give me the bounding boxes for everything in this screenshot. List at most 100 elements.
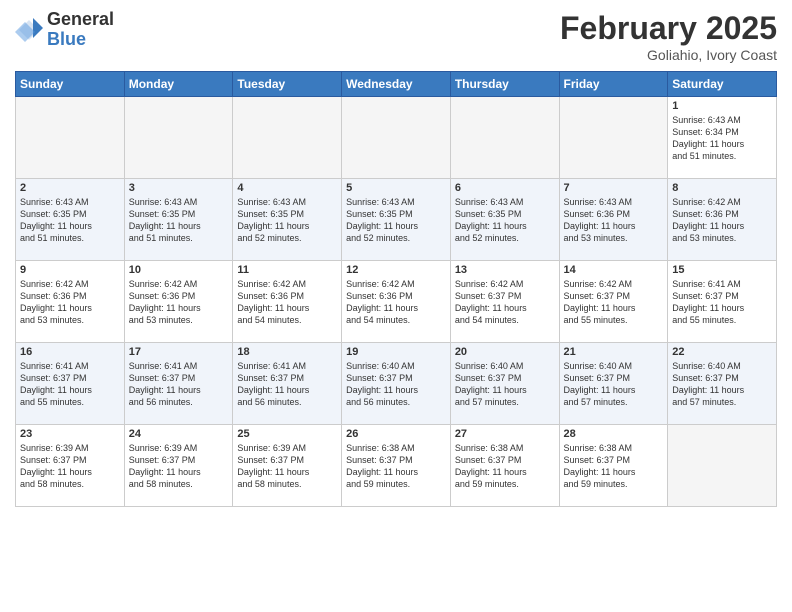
calendar-cell: 11Sunrise: 6:42 AM Sunset: 6:36 PM Dayli…: [233, 261, 342, 343]
calendar-cell: 26 Sunrise: 6:38 AM Sunset: 6:37 PM Dayli…: [342, 425, 451, 507]
day-info: Sunrise: 6:38 AM Sunset: 6:37 PM Dayligh…: [346, 442, 446, 491]
day-number: 4: [237, 182, 337, 194]
logo-text: General Blue: [47, 10, 114, 50]
calendar-cell: [233, 97, 342, 179]
weekday-header: Thursday: [450, 72, 559, 97]
day-number: 23: [20, 428, 120, 440]
calendar: SundayMondayTuesdayWednesdayThursdayFrid…: [15, 71, 777, 507]
calendar-cell: 5Sunrise: 6:43 AM Sunset: 6:35 PM Daylig…: [342, 179, 451, 261]
weekday-header: Sunday: [16, 72, 125, 97]
calendar-cell: 1 Sunrise: 6:43 AM Sunset: 6:34 PM Daylig…: [668, 97, 777, 179]
header: General Blue February 2025 Goliahio, Ivo…: [15, 10, 777, 63]
day-number: 11: [237, 264, 337, 276]
calendar-cell: 16 Sunrise: 6:41 AM Sunset: 6:37 PM Dayli…: [16, 343, 125, 425]
day-number: 16: [20, 346, 120, 358]
calendar-cell: [559, 97, 668, 179]
calendar-cell: 24 Sunrise: 6:39 AM Sunset: 6:37 PM Dayli…: [124, 425, 233, 507]
calendar-cell: [450, 97, 559, 179]
day-info: Sunrise: 6:41 AM Sunset: 6:37 PM Dayligh…: [20, 360, 120, 409]
calendar-week: 1 Sunrise: 6:43 AM Sunset: 6:34 PM Daylig…: [16, 97, 777, 179]
calendar-cell: 8 Sunrise: 6:42 AM Sunset: 6:36 PM Daylig…: [668, 179, 777, 261]
weekday-header: Tuesday: [233, 72, 342, 97]
day-number: 18: [237, 346, 337, 358]
day-number: 15: [672, 264, 772, 276]
calendar-body: 1 Sunrise: 6:43 AM Sunset: 6:34 PM Daylig…: [16, 97, 777, 507]
day-number: 26: [346, 428, 446, 440]
day-number: 13: [455, 264, 555, 276]
day-info: Sunrise: 6:43 AM Sunset: 6:35 PM Dayligh…: [20, 196, 120, 245]
day-number: 27: [455, 428, 555, 440]
day-number: 10: [129, 264, 229, 276]
month-year: February 2025: [560, 10, 777, 47]
day-number: 22: [672, 346, 772, 358]
location: Goliahio, Ivory Coast: [560, 47, 777, 63]
calendar-cell: 28Sunrise: 6:38 AM Sunset: 6:37 PM Dayli…: [559, 425, 668, 507]
day-info: Sunrise: 6:38 AM Sunset: 6:37 PM Dayligh…: [455, 442, 555, 491]
calendar-cell: 3 Sunrise: 6:43 AM Sunset: 6:35 PM Daylig…: [124, 179, 233, 261]
day-info: Sunrise: 6:43 AM Sunset: 6:35 PM Dayligh…: [455, 196, 555, 245]
day-info: Sunrise: 6:43 AM Sunset: 6:34 PM Dayligh…: [672, 114, 772, 163]
calendar-cell: 18 Sunrise: 6:41 AM Sunset: 6:37 PM Dayli…: [233, 343, 342, 425]
calendar-week: 2Sunrise: 6:43 AM Sunset: 6:35 PM Daylig…: [16, 179, 777, 261]
day-info: Sunrise: 6:40 AM Sunset: 6:37 PM Dayligh…: [455, 360, 555, 409]
day-number: 28: [564, 428, 664, 440]
calendar-cell: 9Sunrise: 6:42 AM Sunset: 6:36 PM Daylig…: [16, 261, 125, 343]
weekday-header: Friday: [559, 72, 668, 97]
logo-icon: [15, 16, 43, 44]
calendar-cell: 15Sunrise: 6:41 AM Sunset: 6:37 PM Dayli…: [668, 261, 777, 343]
calendar-header: SundayMondayTuesdayWednesdayThursdayFrid…: [16, 72, 777, 97]
calendar-cell: 27 Sunrise: 6:38 AM Sunset: 6:37 PM Dayli…: [450, 425, 559, 507]
calendar-cell: 20 Sunrise: 6:40 AM Sunset: 6:37 PM Dayli…: [450, 343, 559, 425]
day-number: 12: [346, 264, 446, 276]
calendar-cell: 14Sunrise: 6:42 AM Sunset: 6:37 PM Dayli…: [559, 261, 668, 343]
calendar-week: 9Sunrise: 6:42 AM Sunset: 6:36 PM Daylig…: [16, 261, 777, 343]
day-info: Sunrise: 6:42 AM Sunset: 6:36 PM Dayligh…: [346, 278, 446, 327]
logo-general: General: [47, 10, 114, 30]
day-number: 3: [129, 182, 229, 194]
logo: General Blue: [15, 10, 114, 50]
day-info: Sunrise: 6:42 AM Sunset: 6:36 PM Dayligh…: [672, 196, 772, 245]
day-number: 17: [129, 346, 229, 358]
day-info: Sunrise: 6:42 AM Sunset: 6:36 PM Dayligh…: [129, 278, 229, 327]
day-number: 5: [346, 182, 446, 194]
day-info: Sunrise: 6:41 AM Sunset: 6:37 PM Dayligh…: [129, 360, 229, 409]
calendar-cell: [16, 97, 125, 179]
day-info: Sunrise: 6:43 AM Sunset: 6:35 PM Dayligh…: [237, 196, 337, 245]
day-info: Sunrise: 6:42 AM Sunset: 6:37 PM Dayligh…: [455, 278, 555, 327]
calendar-cell: 17 Sunrise: 6:41 AM Sunset: 6:37 PM Dayli…: [124, 343, 233, 425]
title-block: February 2025 Goliahio, Ivory Coast: [560, 10, 777, 63]
day-number: 7: [564, 182, 664, 194]
page: General Blue February 2025 Goliahio, Ivo…: [0, 0, 792, 612]
logo-blue: Blue: [47, 30, 114, 50]
day-number: 19: [346, 346, 446, 358]
day-info: Sunrise: 6:43 AM Sunset: 6:35 PM Dayligh…: [129, 196, 229, 245]
calendar-cell: 2Sunrise: 6:43 AM Sunset: 6:35 PM Daylig…: [16, 179, 125, 261]
day-info: Sunrise: 6:39 AM Sunset: 6:37 PM Dayligh…: [20, 442, 120, 491]
calendar-cell: 22 Sunrise: 6:40 AM Sunset: 6:37 PM Dayli…: [668, 343, 777, 425]
calendar-cell: 12 Sunrise: 6:42 AM Sunset: 6:36 PM Dayli…: [342, 261, 451, 343]
day-info: Sunrise: 6:40 AM Sunset: 6:37 PM Dayligh…: [672, 360, 772, 409]
calendar-cell: 6 Sunrise: 6:43 AM Sunset: 6:35 PM Daylig…: [450, 179, 559, 261]
day-number: 20: [455, 346, 555, 358]
day-number: 6: [455, 182, 555, 194]
calendar-week: 16 Sunrise: 6:41 AM Sunset: 6:37 PM Dayli…: [16, 343, 777, 425]
day-info: Sunrise: 6:43 AM Sunset: 6:36 PM Dayligh…: [564, 196, 664, 245]
day-info: Sunrise: 6:40 AM Sunset: 6:37 PM Dayligh…: [346, 360, 446, 409]
weekday-header: Wednesday: [342, 72, 451, 97]
day-info: Sunrise: 6:39 AM Sunset: 6:37 PM Dayligh…: [129, 442, 229, 491]
day-number: 1: [672, 100, 772, 112]
day-number: 24: [129, 428, 229, 440]
weekday-header: Monday: [124, 72, 233, 97]
day-info: Sunrise: 6:41 AM Sunset: 6:37 PM Dayligh…: [237, 360, 337, 409]
day-number: 14: [564, 264, 664, 276]
day-number: 8: [672, 182, 772, 194]
calendar-cell: 19 Sunrise: 6:40 AM Sunset: 6:37 PM Dayli…: [342, 343, 451, 425]
calendar-cell: 7 Sunrise: 6:43 AM Sunset: 6:36 PM Daylig…: [559, 179, 668, 261]
weekday-header: Saturday: [668, 72, 777, 97]
calendar-cell: [124, 97, 233, 179]
weekday-row: SundayMondayTuesdayWednesdayThursdayFrid…: [16, 72, 777, 97]
day-number: 21: [564, 346, 664, 358]
day-number: 25: [237, 428, 337, 440]
calendar-cell: 21Sunrise: 6:40 AM Sunset: 6:37 PM Dayli…: [559, 343, 668, 425]
day-info: Sunrise: 6:42 AM Sunset: 6:36 PM Dayligh…: [20, 278, 120, 327]
